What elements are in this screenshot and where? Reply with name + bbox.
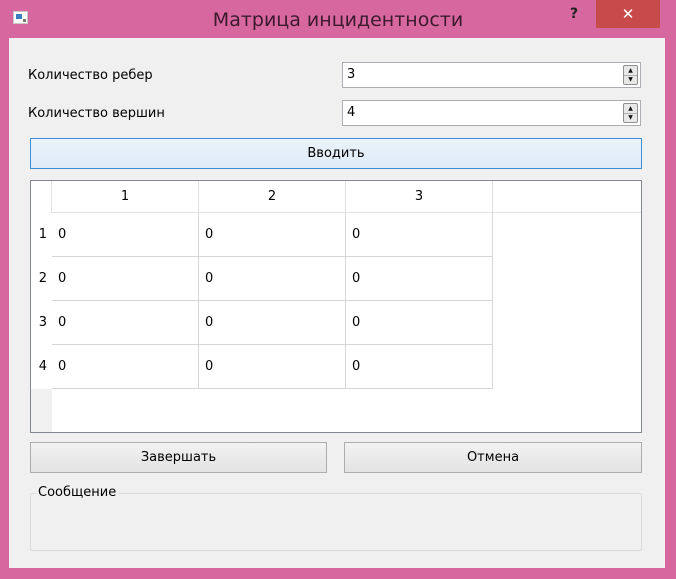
- table-cell[interactable]: 0: [52, 301, 199, 345]
- row-header[interactable]: 4: [31, 345, 52, 389]
- help-button[interactable]: ?: [560, 1, 588, 27]
- edges-spin-arrows[interactable]: ▲ ▼: [623, 65, 638, 85]
- table-cell[interactable]: 0: [52, 345, 199, 389]
- vertices-spin-arrows[interactable]: ▲ ▼: [623, 103, 638, 123]
- edges-count-label: Количество ребер: [28, 68, 153, 83]
- table-cell[interactable]: 0: [346, 257, 493, 301]
- column-header[interactable]: 1: [52, 181, 199, 213]
- finish-button[interactable]: Завершать: [30, 442, 327, 473]
- close-icon: ✕: [621, 5, 635, 23]
- table-cell[interactable]: 0: [199, 345, 346, 389]
- dialog-client-area: Количество ребер 3 ▲ ▼ Количество вершин…: [9, 38, 665, 568]
- vertices-count-spinbox[interactable]: 4 ▲ ▼: [342, 100, 641, 126]
- cancel-button[interactable]: Отмена: [344, 442, 642, 473]
- spin-down-icon[interactable]: ▼: [624, 113, 637, 122]
- table-cell[interactable]: 0: [52, 257, 199, 301]
- title-bar: Матрица инцидентности ? ✕: [0, 0, 676, 38]
- vertical-header-empty: [31, 389, 52, 432]
- table-corner[interactable]: [31, 181, 52, 213]
- table-cell[interactable]: 0: [52, 213, 199, 257]
- row-header[interactable]: 1: [31, 213, 52, 257]
- vertices-count-label: Количество вершин: [28, 106, 165, 121]
- spin-down-icon[interactable]: ▼: [624, 75, 637, 84]
- table-cell[interactable]: 0: [346, 301, 493, 345]
- incidence-matrix-table[interactable]: 1 2 3 1 0 0 0 2 0 0 0 3 0 0 0 4 0 0 0: [30, 180, 642, 433]
- edges-count-spinbox[interactable]: 3 ▲ ▼: [342, 62, 641, 88]
- column-header[interactable]: 3: [346, 181, 493, 213]
- edges-count-value[interactable]: 3: [347, 63, 355, 87]
- message-groupbox: [30, 493, 642, 551]
- dialog-window: Матрица инцидентности ? ✕ Количество реб…: [0, 0, 676, 579]
- row-header[interactable]: 3: [31, 301, 52, 345]
- row-header[interactable]: 2: [31, 257, 52, 301]
- enter-button[interactable]: Вводить: [30, 138, 642, 169]
- vertices-count-value[interactable]: 4: [347, 101, 355, 125]
- close-button[interactable]: ✕: [596, 0, 660, 28]
- table-cell[interactable]: 0: [199, 257, 346, 301]
- table-cell[interactable]: 0: [346, 213, 493, 257]
- table-cell[interactable]: 0: [199, 213, 346, 257]
- column-header[interactable]: 2: [199, 181, 346, 213]
- table-cell[interactable]: 0: [346, 345, 493, 389]
- table-cell[interactable]: 0: [199, 301, 346, 345]
- message-group-title: Сообщение: [36, 485, 119, 500]
- column-header-empty: [493, 181, 641, 213]
